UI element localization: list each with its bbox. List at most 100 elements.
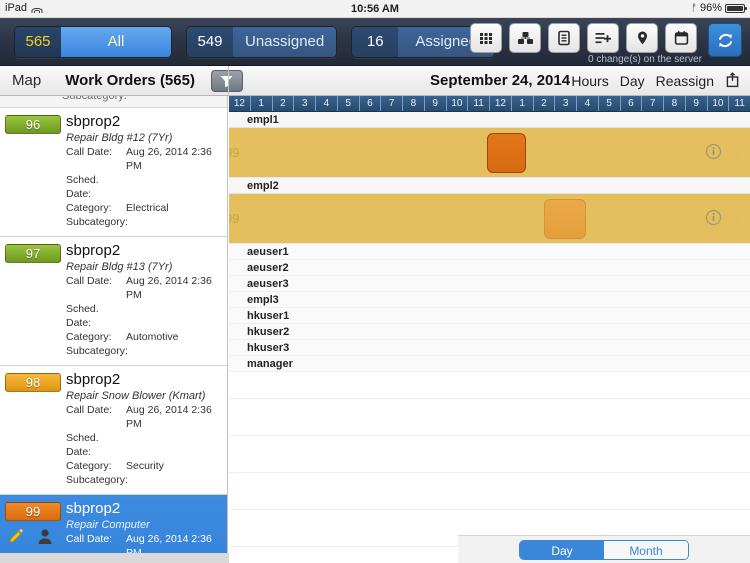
- hour-tick: 4: [315, 96, 337, 111]
- category-field: Category: Electrical: [66, 201, 223, 215]
- work-order-row[interactable]: 96 sbprop2 Repair Bldg #12 (7Yr) Call Da…: [0, 108, 227, 237]
- list-add-button[interactable]: [587, 23, 619, 53]
- call-date-field: Call Date: Aug 26, 2014 2:36 PM: [66, 145, 223, 173]
- property-name: sbprop2: [66, 113, 121, 130]
- category-value: Electrical: [126, 202, 169, 214]
- subcategory-label: Subcategory:: [66, 345, 128, 357]
- grid-button[interactable]: [470, 23, 502, 53]
- toolbar-actions: [470, 23, 742, 57]
- schedule-timeline[interactable]: 121234567891011121234567891011 empl1 99 …: [229, 96, 750, 563]
- subcategory-field: Subcategory:: [66, 473, 223, 487]
- day-month-segment[interactable]: Day Month: [519, 539, 689, 560]
- hour-tick: 4: [576, 96, 598, 111]
- sched-date-value: [126, 173, 223, 201]
- segment-all[interactable]: 565 All: [14, 25, 172, 58]
- subcategory-field: Subcategory:: [66, 344, 223, 358]
- hour-tick: 5: [597, 96, 620, 111]
- employee-name-item[interactable]: hkuser3: [229, 340, 750, 356]
- employee-schedule-lane[interactable]: 99 ›: [229, 194, 750, 244]
- employee-name-item[interactable]: aeuser2: [229, 260, 750, 276]
- employee-name-item[interactable]: aeuser1: [229, 244, 750, 260]
- clipped-subcategory-label: Subcategory:: [62, 96, 127, 102]
- reassign-button[interactable]: Reassign: [656, 73, 714, 89]
- map-link[interactable]: Map: [12, 72, 41, 89]
- sched-date-label: Sched. Date:: [66, 303, 99, 329]
- location-button[interactable]: [626, 23, 658, 53]
- info-circle-icon[interactable]: [705, 209, 722, 231]
- sched-date-value: [126, 431, 223, 459]
- segment-unassigned-label: Unassigned: [233, 26, 337, 57]
- property-name: sbprop2: [66, 500, 121, 517]
- segment-assigned-count: 16: [352, 26, 399, 57]
- sched-date-value: [126, 302, 223, 330]
- day-view-tab[interactable]: Day: [520, 540, 604, 559]
- category-label: Category:: [66, 331, 112, 343]
- page-title: Work Orders (565): [65, 72, 195, 89]
- work-order-row[interactable]: 97 sbprop2 Repair Bldg #13 (7Yr) Call Da…: [0, 237, 227, 366]
- hours-button[interactable]: Hours: [571, 73, 608, 89]
- employee-name-item[interactable]: hkuser1: [229, 308, 750, 324]
- category-field: Category: Security: [66, 459, 223, 473]
- sub-toolbar: Map Work Orders (565) September 24, 2014…: [0, 66, 750, 96]
- location-pin-icon: [637, 31, 647, 45]
- share-icon: [726, 71, 739, 87]
- edit-pencil-icon[interactable]: [8, 528, 25, 550]
- subcategory-value: [126, 215, 223, 229]
- work-order-id-badge: 96: [5, 115, 61, 134]
- schedule-date: September 24, 2014: [430, 72, 571, 89]
- employee-name-item[interactable]: empl3: [229, 292, 750, 308]
- work-order-description: Repair Computer: [66, 519, 150, 531]
- sync-icon: [718, 33, 732, 47]
- work-order-list[interactable]: Subcategory: 96 sbprop2 Repair Bldg #12 …: [0, 96, 228, 563]
- subbar-divider: [228, 66, 229, 95]
- call-date-value: Aug 26, 2014 2:36 PM: [126, 404, 212, 430]
- hour-tick: 11: [467, 96, 489, 111]
- assignee-person-icon[interactable]: [37, 528, 53, 550]
- chevron-right-icon[interactable]: ›: [734, 210, 740, 230]
- filter-segment-group: 565 All 549 Unassigned 16 Assigned: [0, 25, 496, 58]
- info-circle-icon[interactable]: [705, 143, 722, 165]
- scheduled-task-block[interactable]: [486, 133, 526, 173]
- category-label: Category:: [66, 460, 112, 472]
- subbar-actions: Hours Day Reassign: [571, 71, 740, 91]
- calendar-button[interactable]: [665, 23, 697, 53]
- empty-schedule-rows: [229, 362, 750, 547]
- category-value: Automotive: [126, 331, 179, 343]
- hour-ruler: 12 1 2 3 4 5 6 7 8 9 10 11 12 1 2 3 4 5 6 7 8 9 10 11: [229, 96, 750, 112]
- employee-name-item[interactable]: hkuser2: [229, 324, 750, 340]
- scheduled-task-block[interactable]: [544, 199, 586, 239]
- month-view-tab[interactable]: Month: [604, 540, 688, 559]
- hour-tick: 12: [489, 96, 511, 111]
- segment-all-label: All: [61, 26, 171, 57]
- sync-button[interactable]: [708, 23, 742, 57]
- employee-lanes: empl1 99 › empl2 99 ›: [229, 112, 750, 244]
- hour-tick: 7: [380, 96, 402, 111]
- employee-name-item[interactable]: aeuser3: [229, 276, 750, 292]
- chevron-right-icon[interactable]: ›: [734, 144, 740, 164]
- subcategory-value: [126, 473, 223, 487]
- subcategory-field: Subcategory:: [66, 215, 223, 229]
- day-button[interactable]: Day: [620, 73, 645, 89]
- filter-funnel-icon: [220, 75, 233, 87]
- call-date-value: Aug 26, 2014 2:36 PM: [126, 146, 212, 172]
- content-area: Subcategory: 96 sbprop2 Repair Bldg #12 …: [0, 96, 750, 563]
- work-order-row[interactable]: 98 sbprop2 Repair Snow Blower (Kmart) Ca…: [0, 366, 227, 495]
- server-changes-note: 0 change(s) on the server: [588, 54, 702, 65]
- subcategory-value: [126, 344, 223, 358]
- assets-button[interactable]: [509, 23, 541, 53]
- employee-name-list: aeuser1 aeuser2 aeuser3 empl3 hkuser1 hkuser2…: [229, 244, 750, 372]
- hour-tick: 2: [532, 96, 555, 111]
- main-toolbar: 565 All 549 Unassigned 16 Assigned 0 cha…: [0, 18, 750, 66]
- filter-button[interactable]: [210, 69, 243, 92]
- clipped-previous-row: Subcategory:: [0, 96, 227, 108]
- employee-schedule-lane[interactable]: 99 ›: [229, 128, 750, 178]
- subcategory-label: Subcategory:: [66, 216, 128, 228]
- sched-date-label: Sched. Date:: [66, 174, 99, 200]
- battery-percent: 96%: [699, 2, 722, 14]
- share-button[interactable]: [725, 71, 740, 91]
- hour-tick: 11: [728, 96, 750, 111]
- work-order-id-badge: 98: [5, 373, 61, 392]
- document-button[interactable]: [548, 23, 580, 53]
- sched-date-field: Sched. Date:: [66, 302, 223, 330]
- segment-unassigned[interactable]: 549 Unassigned: [186, 25, 338, 58]
